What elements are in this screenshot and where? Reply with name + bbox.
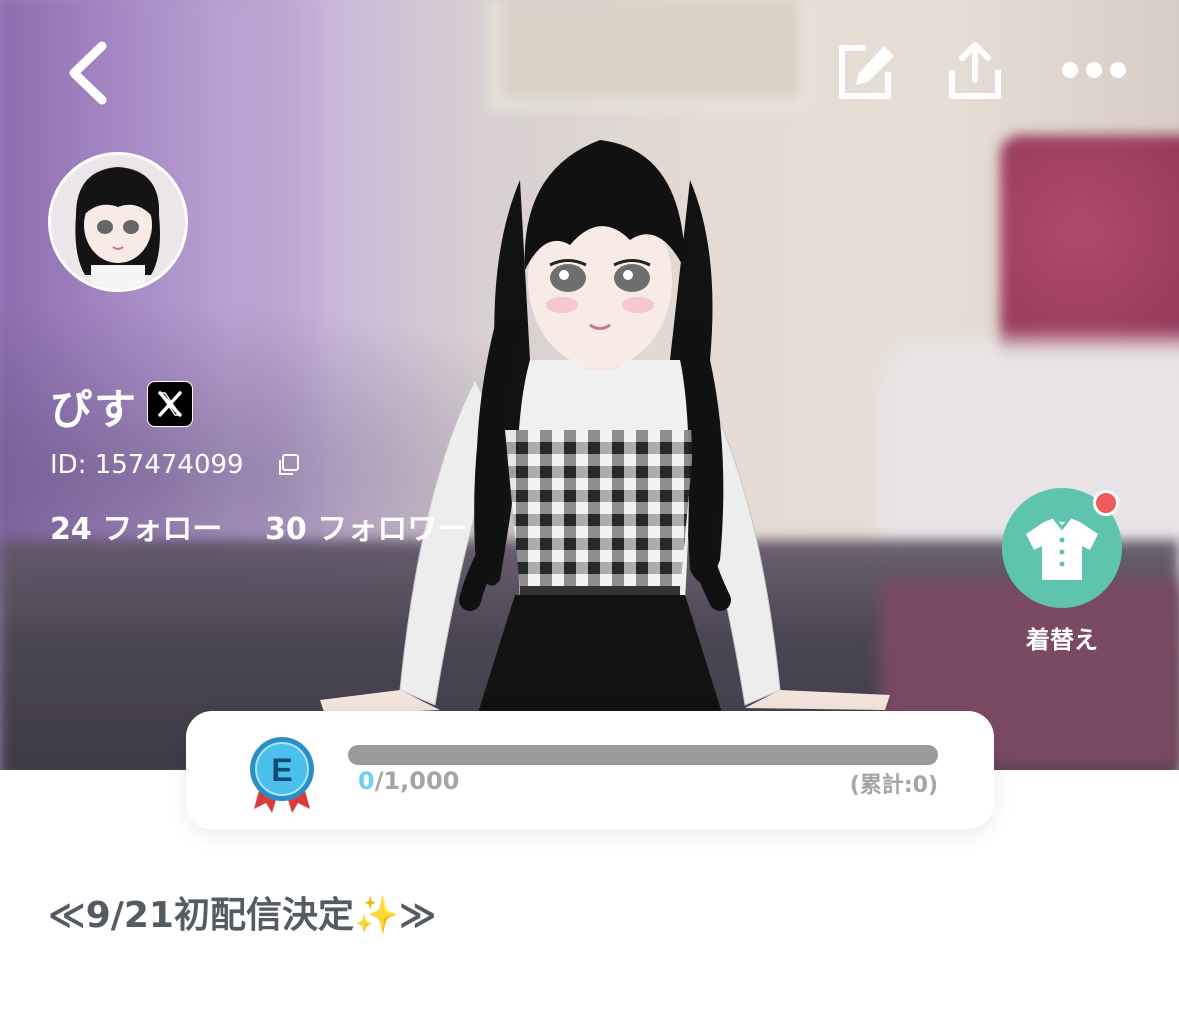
share-button[interactable] [944,40,1006,102]
followers-count[interactable]: 30 フォロワー [265,504,467,548]
level-target: /1,000 [374,767,460,795]
rank-medal-icon: E [246,735,318,815]
x-logo-icon [158,391,182,417]
copy-id-button[interactable] [276,453,300,477]
profile-id: ID: 157474099 [50,450,244,480]
profile-avatar[interactable] [48,152,188,292]
level-progress-bar [348,745,938,765]
following-count[interactable]: 24 フォロー [50,504,222,548]
level-progress-text: 0/1,000 [358,767,459,795]
level-card[interactable]: E 0/1,000 (累計:0) [186,711,994,829]
share-icon [949,42,1001,99]
edit-profile-button[interactable] [836,42,898,102]
avatar-character [320,140,890,770]
headboard-background [1000,135,1179,375]
x-link-badge[interactable] [147,381,193,427]
profile-bio: ≪9/21初配信決定✨≫ [48,895,437,936]
edit-icon [839,45,894,99]
level-total: (累計:0) [849,773,938,798]
avatar-image [51,155,185,289]
back-button[interactable] [62,38,122,108]
more-options-button[interactable] [1058,50,1130,90]
profile-name: ぴす [50,385,139,434]
more-horizontal-icon [1062,62,1126,78]
copy-icon [279,454,299,475]
wall-frame-background [490,0,810,110]
level-current: 0 [358,767,375,795]
notification-dot [1093,490,1119,516]
dress-up-label: 着替え [1026,626,1098,654]
rank-letter: E [271,752,292,788]
chevron-left-icon [69,41,107,105]
